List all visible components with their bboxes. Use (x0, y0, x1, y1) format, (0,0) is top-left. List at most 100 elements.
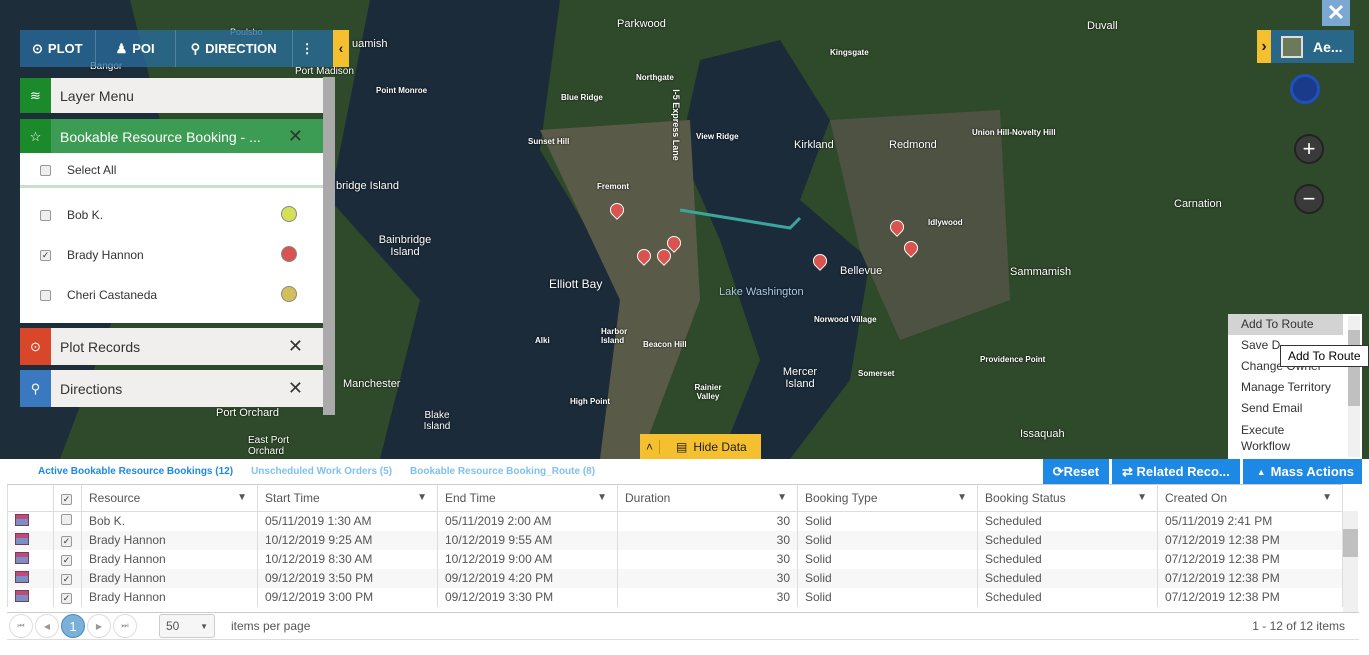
map-label: Blue Ridge (561, 93, 603, 102)
filter-icon[interactable]: ▼ (237, 492, 247, 503)
layer-menu-header[interactable]: ≋ Layer Menu (20, 78, 323, 113)
related-records-button[interactable]: ⇄ Related Reco... (1112, 459, 1240, 484)
select-column-header[interactable]: ✓ (53, 484, 82, 512)
plot-records-header[interactable]: ⊙ Plot Records ✕ (20, 328, 323, 365)
hide-data-button[interactable]: ˄ ▤ Hide Data (640, 434, 761, 459)
panel-scrollbar[interactable] (323, 77, 335, 415)
next-page-button[interactable]: ▶ (87, 614, 111, 638)
filter-icon[interactable]: ▼ (597, 492, 607, 503)
booking-icon[interactable] (7, 587, 54, 607)
current-page[interactable]: 1 (61, 614, 85, 638)
plot-button[interactable]: ⊙ PLOT (20, 30, 96, 67)
column-header[interactable]: Booking Type ▼ (797, 484, 978, 512)
menu-item[interactable]: Execute Workflow (1228, 419, 1318, 453)
booking-icon[interactable] (7, 511, 54, 531)
filter-icon[interactable]: ▼ (1322, 492, 1332, 503)
resource-checkbox[interactable] (40, 209, 51, 221)
filter-icon[interactable]: ▼ (777, 492, 787, 503)
map-label: Blake Island (423, 410, 451, 432)
more-button[interactable]: ⋮ (293, 30, 322, 67)
filter-icon[interactable]: ▼ (1137, 492, 1147, 503)
menu-item[interactable]: Send Email (1228, 398, 1362, 419)
tooltip: Add To Route (1280, 345, 1369, 367)
map-label: Issaquah (1020, 428, 1065, 440)
select-all-row[interactable]: Select All (40, 163, 310, 177)
page-size-select[interactable]: 50 ▼ (159, 614, 215, 638)
map-label: Port Madison (295, 66, 354, 77)
grid-scrollbar[interactable] (1343, 511, 1358, 612)
resource-checkbox[interactable]: ✓ (40, 249, 51, 261)
column-header[interactable]: Booking Status ▼ (977, 484, 1158, 512)
collapse-panel-button[interactable]: ‹ (333, 30, 349, 67)
poi-button[interactable]: ♟ POI (96, 30, 176, 67)
column-header[interactable]: Resource ▼ (81, 484, 258, 512)
row-checkbox[interactable]: ✓ (61, 555, 72, 566)
filter-icon[interactable]: ▼ (957, 492, 967, 503)
table-cell: 05/11/2019 2:41 PM (1157, 511, 1343, 531)
column-header[interactable]: Start Time ▼ (257, 484, 438, 512)
directions-header[interactable]: ⚲ Directions ✕ (20, 370, 323, 407)
basemap-selector[interactable]: › Ae... (1257, 30, 1354, 63)
row-checkbox[interactable]: ✓ (61, 593, 72, 604)
menu-item[interactable]: Add To Route (1228, 314, 1343, 335)
hide-data-label: Hide Data (693, 439, 747, 454)
first-page-button[interactable]: ⏮ (9, 614, 33, 638)
direction-button[interactable]: ⚲ DIRECTION (176, 30, 293, 67)
booking-layer-header[interactable]: ☆ Bookable Resource Booking - ... ✕ (20, 119, 323, 154)
basemap-label: Ae... (1313, 38, 1343, 55)
zoom-out-button[interactable]: − (1294, 184, 1324, 214)
close-map-button[interactable]: ✕ (1322, 0, 1350, 26)
last-page-button[interactable]: ⏭ (113, 614, 137, 638)
zoom-in-button[interactable]: + (1294, 134, 1324, 164)
resource-row[interactable]: Cheri Castaneda (40, 288, 310, 302)
row-checkbox-cell[interactable] (53, 511, 82, 531)
prev-page-button[interactable]: ◀ (35, 614, 59, 638)
map[interactable]: Parkwood Duvall Kingsgate Northgate Poin… (0, 0, 1369, 459)
marker-color-icon (281, 246, 297, 262)
resource-row[interactable]: ✓ Brady Hannon (40, 248, 310, 262)
column-header[interactable]: End Time ▼ (437, 484, 618, 512)
select-all-checkbox[interactable] (40, 164, 51, 176)
row-checkbox[interactable] (61, 514, 72, 526)
resource-row[interactable]: Bob K. (40, 208, 310, 222)
row-checkbox[interactable]: ✓ (61, 536, 72, 547)
menu-scrollbar[interactable] (1348, 316, 1360, 457)
table-cell: 30 (617, 587, 798, 607)
directions-label: Directions (51, 370, 323, 407)
select-all-rows-checkbox[interactable]: ✓ (61, 494, 72, 505)
close-icon[interactable]: ✕ (288, 378, 303, 399)
table-row[interactable]: ✓ Brady Hannon 09/12/2019 3:00 PM 09/12/201… (7, 587, 1343, 607)
table-row[interactable]: Bob K. 05/11/2019 1:30 AM 05/11/2019 2:00 … (7, 511, 1343, 531)
row-checkbox[interactable]: ✓ (61, 574, 72, 585)
table-row[interactable]: ✓ Brady Hannon 10/12/2019 8:30 AM 10/12/201… (7, 549, 1343, 569)
table-cell: Brady Hannon (81, 587, 258, 607)
close-icon[interactable]: ✕ (288, 126, 303, 147)
table-row[interactable]: ✓ Brady Hannon 09/12/2019 3:50 PM 09/12/201… (7, 568, 1343, 588)
booking-icon[interactable] (7, 530, 54, 550)
map-label: Redmond (889, 139, 937, 151)
tab-active-bookings[interactable]: Active Bookable Resource Bookings (12) (38, 466, 233, 477)
row-checkbox-cell[interactable]: ✓ (53, 587, 82, 607)
mass-actions-button[interactable]: ▲ Mass Actions (1242, 459, 1362, 484)
filter-icon[interactable]: ▼ (417, 492, 427, 503)
pager-summary: 1 - 12 of 12 items (1252, 619, 1345, 633)
row-checkbox-cell[interactable]: ✓ (53, 568, 82, 588)
column-header[interactable]: Duration ▼ (617, 484, 798, 512)
globe-locate-icon[interactable] (1290, 74, 1320, 104)
close-icon: ✕ (1326, 0, 1346, 25)
row-checkbox-cell[interactable]: ✓ (53, 549, 82, 569)
menu-item[interactable]: Manage Territory (1228, 377, 1362, 398)
resource-checkbox[interactable] (40, 289, 51, 301)
table-row[interactable]: ✓ Brady Hannon 10/12/2019 9:25 AM 10/12/201… (7, 530, 1343, 550)
map-label: High Point (570, 397, 610, 406)
booking-icon[interactable] (7, 549, 54, 569)
booking-icon[interactable] (7, 568, 54, 588)
select-all-label: Select All (67, 163, 117, 177)
table-cell: 30 (617, 511, 798, 531)
row-checkbox-cell[interactable]: ✓ (53, 530, 82, 550)
tab-booking-route[interactable]: Bookable Resource Booking_Route (8) (410, 466, 595, 477)
tab-unscheduled-work-orders[interactable]: Unscheduled Work Orders (5) (251, 466, 392, 477)
column-header[interactable]: Created On ▼ (1157, 484, 1343, 512)
reset-button[interactable]: ⟳ Reset (1042, 459, 1110, 484)
close-icon[interactable]: ✕ (288, 336, 303, 357)
